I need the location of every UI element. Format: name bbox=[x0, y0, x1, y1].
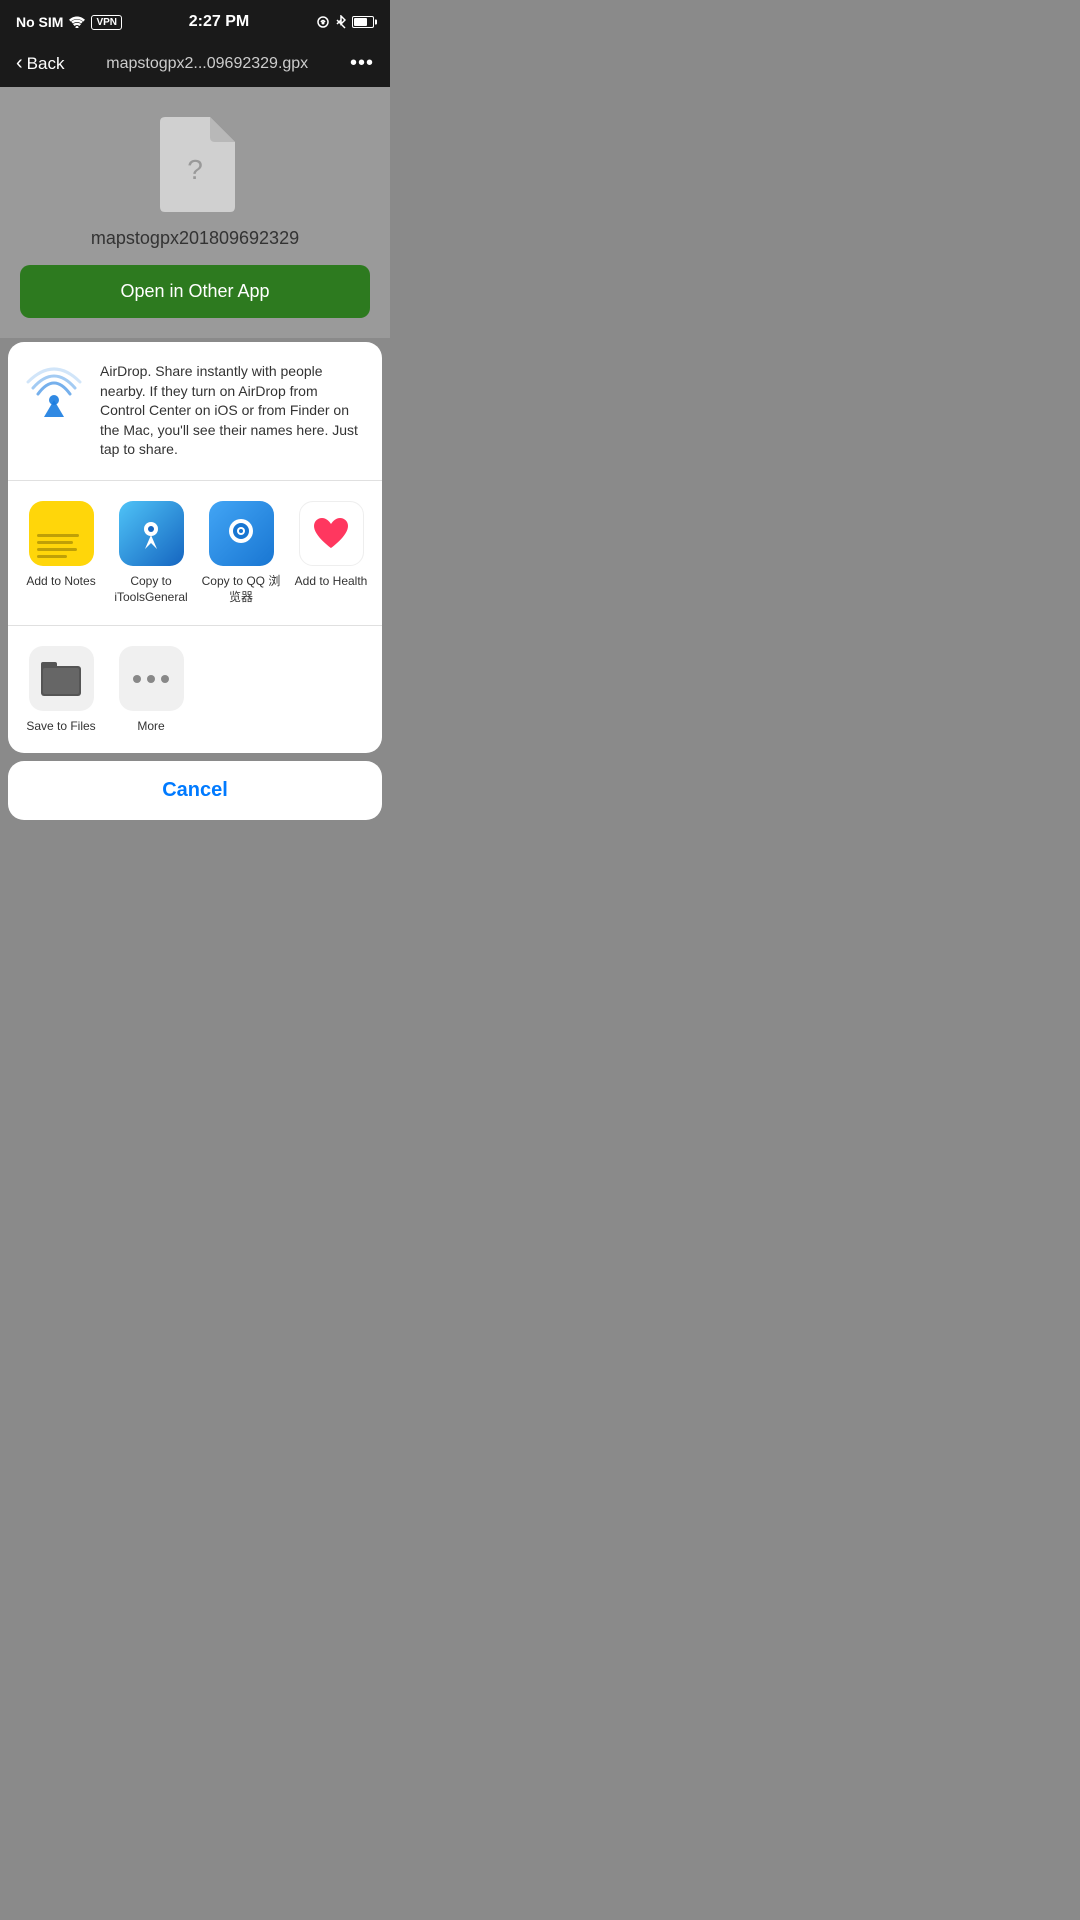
vpn-badge: VPN bbox=[91, 15, 122, 30]
file-icon: ? bbox=[155, 117, 235, 212]
status-left: No SIM VPN bbox=[16, 14, 122, 30]
file-icon-wrap: ? bbox=[155, 117, 235, 212]
battery-indicator bbox=[352, 16, 374, 28]
cancel-section: Cancel bbox=[0, 761, 390, 820]
open-in-other-app-button[interactable]: Open in Other App bbox=[20, 265, 370, 318]
back-label: Back bbox=[27, 54, 65, 74]
cancel-button[interactable]: Cancel bbox=[8, 761, 382, 820]
bluetooth-icon bbox=[336, 15, 346, 29]
app-item-itools[interactable]: Copy to iToolsGeneral bbox=[106, 497, 196, 609]
qq-label: Copy to QQ 浏览器 bbox=[201, 574, 281, 605]
qq-app-icon bbox=[209, 501, 274, 566]
carrier-label: No SIM bbox=[16, 14, 63, 30]
back-button[interactable]: ‹ Back bbox=[16, 52, 64, 75]
save-files-icon bbox=[29, 646, 94, 711]
action-item-more[interactable]: More bbox=[106, 638, 196, 741]
apps-row: Add to Notes Copy to iToolsGeneral bbox=[8, 497, 382, 609]
navigation-bar: ‹ Back mapstogpx2...09692329.gpx ••• bbox=[0, 44, 390, 87]
health-label: Add to Health bbox=[295, 574, 368, 590]
content-area: ? mapstogpx201809692329 Open in Other Ap… bbox=[0, 87, 390, 338]
back-chevron-icon: ‹ bbox=[16, 52, 23, 75]
wifi-icon bbox=[69, 16, 85, 28]
app-item-health[interactable]: Add to Health bbox=[286, 497, 376, 609]
svg-text:?: ? bbox=[187, 154, 203, 185]
actions-section: Save to Files More bbox=[8, 626, 382, 753]
notes-label: Add to Notes bbox=[26, 574, 95, 590]
more-label: More bbox=[137, 719, 164, 733]
action-item-save-files[interactable]: Save to Files bbox=[16, 638, 106, 741]
notes-app-icon bbox=[29, 501, 94, 566]
actions-row: Save to Files More bbox=[8, 638, 382, 741]
airdrop-description: AirDrop. Share instantly with people nea… bbox=[100, 362, 366, 460]
airdrop-icon bbox=[24, 362, 84, 422]
app-item-qq[interactable]: Copy to QQ 浏览器 bbox=[196, 497, 286, 609]
more-options-button[interactable]: ••• bbox=[350, 52, 374, 75]
itools-label: Copy to iToolsGeneral bbox=[111, 574, 191, 605]
share-sheet: AirDrop. Share instantly with people nea… bbox=[0, 342, 390, 753]
airdrop-section: AirDrop. Share instantly with people nea… bbox=[8, 342, 382, 481]
status-right bbox=[316, 15, 374, 29]
itools-app-icon bbox=[119, 501, 184, 566]
app-item-phantom[interactable]: Copy to Phantom GPS bbox=[376, 497, 382, 609]
more-icon bbox=[119, 646, 184, 711]
nav-title: mapstogpx2...09692329.gpx bbox=[72, 55, 342, 73]
status-bar: No SIM VPN 2:27 PM bbox=[0, 0, 390, 44]
file-name: mapstogpx201809692329 bbox=[91, 228, 299, 249]
time-display: 2:27 PM bbox=[189, 13, 249, 31]
lock-icon bbox=[316, 15, 330, 29]
apps-section: Add to Notes Copy to iToolsGeneral bbox=[8, 481, 382, 626]
health-app-icon bbox=[299, 501, 364, 566]
app-item-notes[interactable]: Add to Notes bbox=[16, 497, 106, 609]
phantom-label: Copy to Phantom GPS bbox=[381, 574, 382, 605]
save-files-label: Save to Files bbox=[26, 719, 95, 733]
